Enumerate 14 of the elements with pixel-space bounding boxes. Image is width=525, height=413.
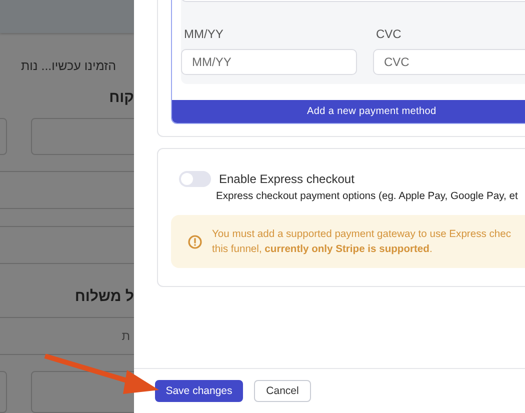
description-text: Express checkout payment options (eg. Apple Pay, Google Pay, et [216, 191, 519, 202]
toggle-label: Enable Express checkout [219, 172, 354, 186]
add-payment-method-button[interactable]: Add a new payment method [172, 100, 525, 123]
field-label: MM/YY [183, 27, 224, 41]
save-button[interactable]: Save changes [155, 380, 243, 402]
arrow-icon [43, 354, 159, 396]
toggle-switch[interactable] [179, 171, 211, 187]
cancel-button[interactable]: Cancel [254, 380, 311, 402]
section-heading: ל משלוח [74, 288, 134, 305]
warning-icon [188, 234, 202, 248]
warning-text: You must add a supported payment gateway to use Express chec this funnel, currently only Stripe is supported. [212, 228, 511, 256]
section-heading: קוח [108, 89, 134, 106]
field-label: CVC [375, 27, 402, 41]
notice-text: הזמינו עכשיו... נות [20, 59, 117, 73]
